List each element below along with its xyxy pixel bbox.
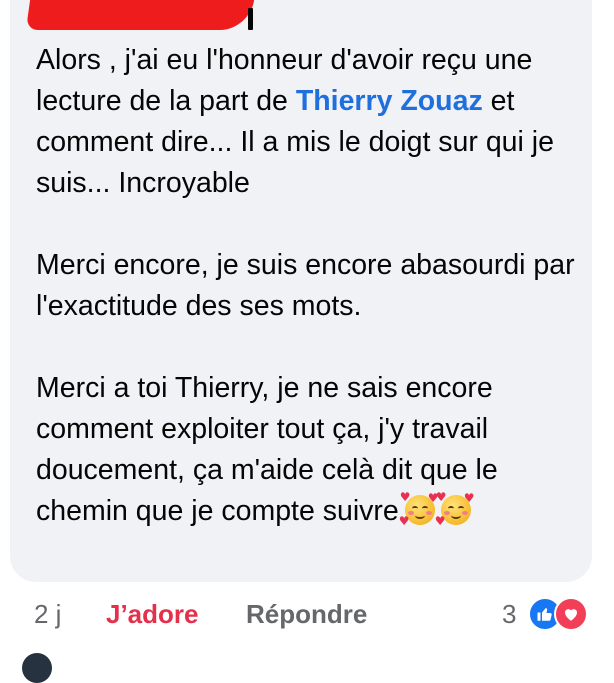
smiling-face-with-hearts-icon: ♥ ♥ ♥ <box>398 490 439 528</box>
author-name-fragment <box>248 8 253 30</box>
comment-timestamp[interactable]: 2 j <box>34 594 61 634</box>
comment-paragraph-1: Alors , j'ai eu l'honneur d'avoir reçu u… <box>36 40 582 204</box>
emoji-group: ♥ ♥ ♥ ♥ ♥ ♥ <box>398 490 475 539</box>
comment-actions: 2 j J’adore Répondre 3 <box>34 594 594 634</box>
mention-link[interactable]: Thierry Zouaz <box>296 85 483 117</box>
avatar[interactable] <box>22 653 52 683</box>
comment-bubble: Alors , j'ai eu l'honneur d'avoir reçu u… <box>10 0 592 582</box>
reaction-summary[interactable] <box>528 597 592 631</box>
reaction-count[interactable]: 3 <box>502 594 516 634</box>
reply-button[interactable]: Répondre <box>246 594 367 634</box>
smiling-face-with-hearts-icon: ♥ ♥ ♥ <box>434 490 475 528</box>
react-button[interactable]: J’adore <box>106 594 199 634</box>
redacted-author-name <box>25 0 255 30</box>
comment-paragraph-3: Merci a toi Thierry, je ne sais encore c… <box>36 368 582 539</box>
love-reaction-icon <box>554 597 588 631</box>
comment-paragraph-2: Merci encore, je suis encore abasourdi p… <box>36 249 575 322</box>
